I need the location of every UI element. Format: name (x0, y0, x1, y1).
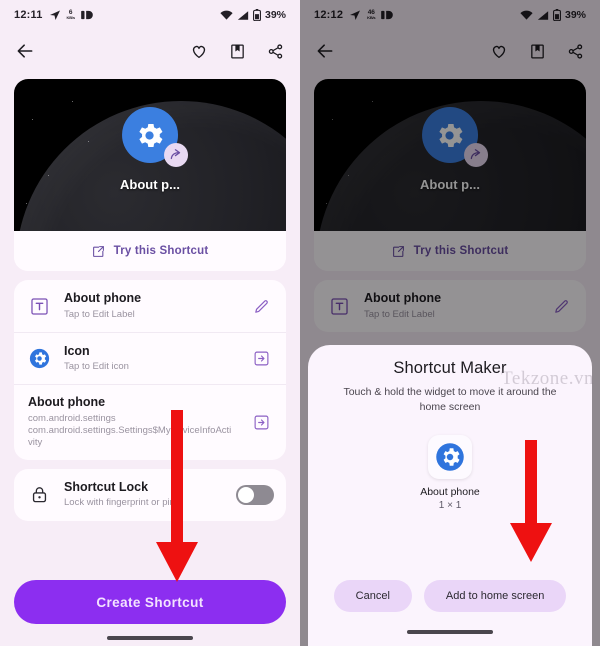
left-phone-screen: 12:11 6 KB/s 39% About p... Try this Sho… (0, 0, 300, 646)
widget-preview: About phone 1 × 1 (324, 435, 576, 511)
add-to-home-screen-button[interactable]: Add to home screen (423, 580, 567, 612)
shortcut-preview-card: About p... Try this Shortcut (14, 79, 286, 271)
nav-gesture-pill[interactable] (407, 630, 493, 634)
shortcut-lock-subtitle: Lock with fingerprint or pin (64, 497, 175, 509)
dialog-actions: Cancel Add to home screen (308, 580, 592, 612)
gear-settings-icon[interactable] (428, 435, 472, 480)
toggle-knob (238, 486, 254, 503)
battery-icon (252, 9, 261, 22)
pencil-edit-icon[interactable] (248, 298, 274, 315)
bookmark-icon[interactable] (226, 40, 248, 62)
dnd-icon (81, 10, 93, 20)
nav-gesture-pill[interactable] (107, 636, 193, 640)
shortcut-preview-badge: About p... (120, 107, 188, 192)
status-bar: 12:11 6 KB/s 39% (0, 0, 300, 30)
try-this-shortcut-button[interactable]: Try this Shortcut (14, 231, 286, 271)
status-time: 12:11 (14, 9, 43, 21)
back-arrow-icon[interactable] (14, 40, 36, 62)
gear-settings-icon (122, 107, 188, 167)
icon-row-title: Icon (64, 343, 90, 358)
app-bar (0, 30, 300, 72)
create-shortcut-footer: Create Shortcut (0, 570, 300, 646)
status-bar-right: 39% (220, 9, 286, 22)
preview-wallpaper: About p... (14, 79, 286, 231)
wifi-icon (220, 10, 233, 21)
share-icon[interactable] (264, 40, 286, 62)
signal-icon (237, 10, 249, 21)
shortcut-lock-card: Shortcut Lock Lock with fingerprint or p… (14, 468, 286, 521)
shortcut-lock-body: Shortcut Lock Lock with fingerprint or p… (64, 480, 224, 510)
label-row-title: About phone (64, 291, 142, 306)
dialog-title: Shortcut Maker (393, 359, 507, 377)
telegram-send-icon (49, 9, 61, 21)
shortcut-arrow-badge-icon (164, 143, 188, 167)
network-speed-icon: 6 KB/s (66, 8, 76, 21)
shortcut-lock-title: Shortcut Lock (64, 479, 149, 494)
preview-label: About p... (120, 177, 180, 192)
activity-row-subtitle: com.android.settings com.android.setting… (28, 412, 232, 449)
icon-row[interactable]: Icon Tap to Edit icon (14, 332, 286, 384)
app-bar-actions (188, 40, 286, 62)
activity-row-body: About phone com.android.settings com.and… (28, 395, 236, 450)
widget-size: 1 × 1 (438, 500, 462, 512)
favorite-heart-icon[interactable] (188, 40, 210, 62)
activity-row[interactable]: About phone com.android.settings com.and… (14, 384, 286, 460)
label-row[interactable]: About phone Tap to Edit Label (14, 280, 286, 332)
create-shortcut-button[interactable]: Create Shortcut (14, 580, 286, 624)
cancel-button[interactable]: Cancel (333, 580, 412, 612)
lock-icon (26, 485, 52, 504)
icon-row-body: Icon Tap to Edit icon (64, 344, 236, 374)
shortcut-settings-card: About phone Tap to Edit Label Icon Tap t… (14, 280, 286, 460)
shortcut-lock-row[interactable]: Shortcut Lock Lock with fingerprint or p… (14, 469, 286, 521)
try-this-shortcut-label: Try this Shortcut (113, 245, 209, 257)
open-in-icon[interactable] (248, 350, 274, 367)
activity-row-title: About phone (28, 395, 106, 409)
text-label-icon (26, 297, 52, 316)
icon-row-subtitle: Tap to Edit icon (64, 361, 129, 373)
shortcut-maker-dialog: Shortcut Maker Touch & hold the widget t… (308, 345, 592, 646)
open-external-icon (92, 245, 105, 258)
gear-settings-icon (26, 348, 52, 369)
status-bar-left: 12:11 6 KB/s (14, 9, 93, 21)
widget-name: About phone (420, 486, 480, 499)
open-in-icon[interactable] (248, 414, 274, 431)
label-row-body: About phone Tap to Edit Label (64, 291, 236, 321)
label-row-subtitle: Tap to Edit Label (64, 308, 135, 320)
dual-screenshot-container: 12:11 6 KB/s 39% About p... Try this Sho… (0, 0, 600, 646)
right-phone-screen: 12:12 46 KB/s 39% About p... Try this Sh… (300, 0, 600, 646)
dialog-subtitle: Touch & hold the widget to move it aroun… (343, 386, 557, 414)
battery-percent: 39% (264, 9, 286, 21)
shortcut-lock-toggle[interactable] (236, 484, 274, 505)
